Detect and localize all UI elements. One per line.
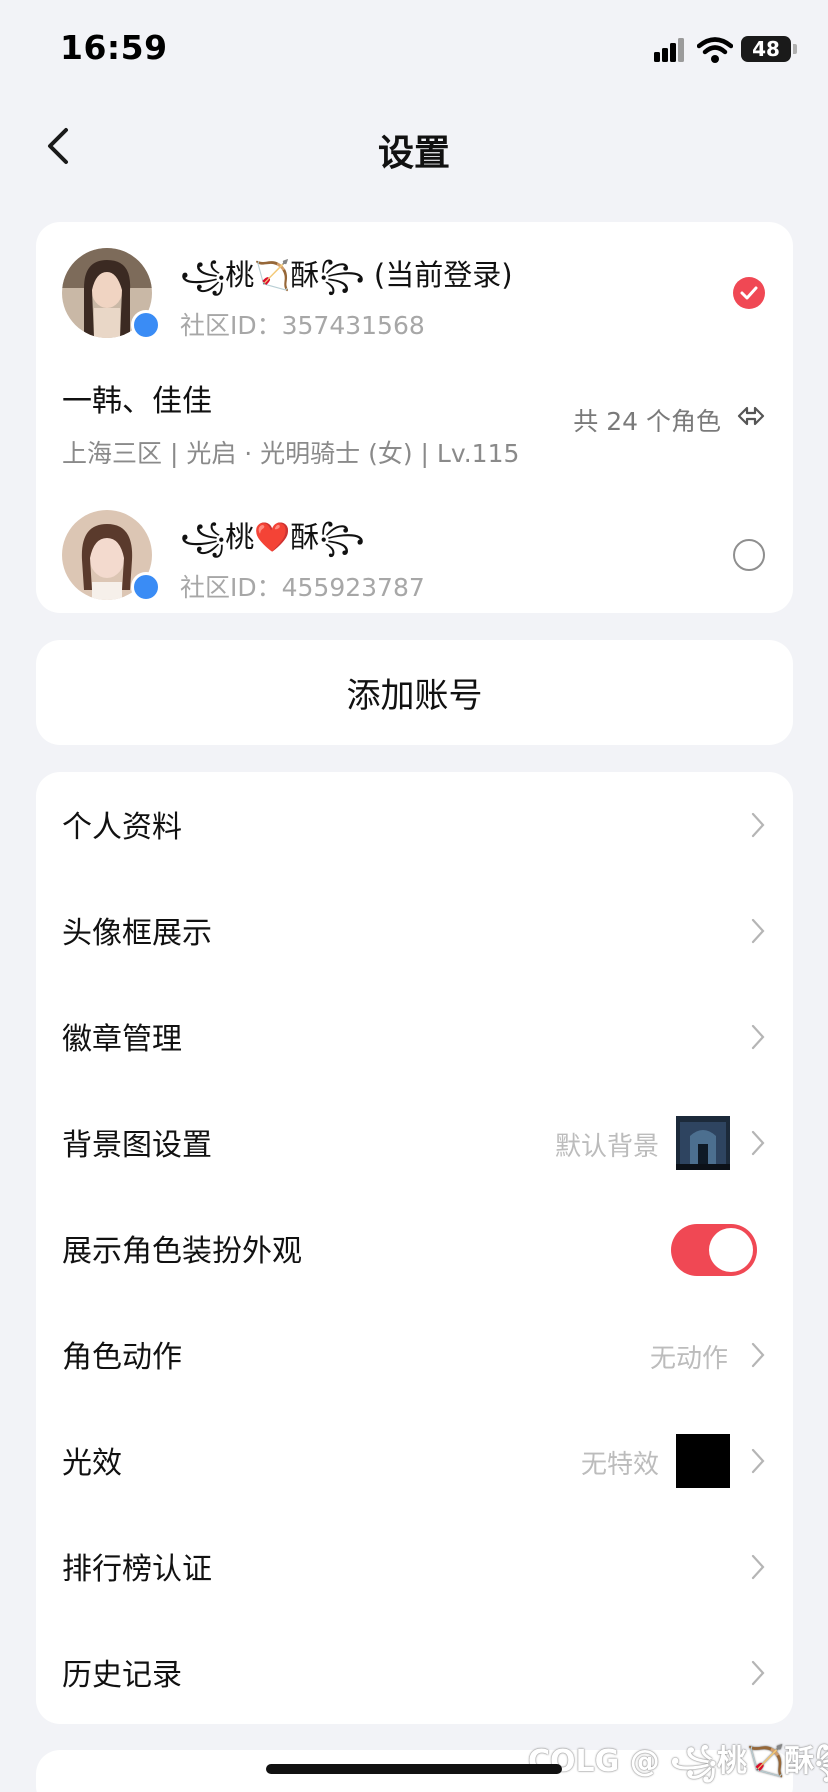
role-info: 上海三区 | 光启 · 光明骑士 (女) | Lv.115 — [62, 439, 520, 468]
menu-item-label: 历史记录 — [62, 1658, 182, 1693]
menu-item-show-outfit: 展示角色装扮外观 — [36, 1196, 793, 1302]
menu-item-history[interactable]: 历史记录 — [36, 1620, 793, 1726]
account-item-current[interactable]: ꧁桃🏹酥꧂ (当前登录) 社区ID：357431568 — [36, 222, 793, 342]
menu-item-profile[interactable]: 个人资料 — [36, 772, 793, 878]
status-time: 16:59 — [60, 28, 168, 67]
menu-item-effects[interactable]: 光效 无特效 — [36, 1408, 793, 1514]
menu-item-label: 头像框展示 — [62, 916, 212, 951]
menu-item-label: 排行榜认证 — [62, 1552, 212, 1587]
account-id: 社区ID：357431568 — [180, 306, 425, 342]
chevron-right-icon — [751, 1024, 765, 1050]
effects-thumbnail — [676, 1434, 730, 1488]
chevron-right-icon — [751, 1342, 765, 1368]
account-id-value: 455923787 — [281, 573, 425, 602]
qq-badge-icon — [131, 310, 161, 340]
role-count: 共 24 个角色 — [573, 407, 721, 436]
check-icon — [740, 286, 758, 300]
settings-menu-card: 个人资料 头像框展示 徽章管理 背景图设置 默认背景 展示角色装扮外观 角色动作 — [36, 772, 793, 1724]
watermark: COLG @ ꧁桃🏹酥꧂ — [528, 1744, 828, 1779]
chevron-right-icon — [751, 1448, 765, 1474]
cellular-signal-icon — [654, 38, 686, 62]
menu-item-label: 角色动作 — [62, 1340, 182, 1375]
account-item[interactable]: ꧁桃❤️酥꧂ 社区ID：455923787 — [36, 484, 793, 613]
account-name: ꧁桃❤️酥꧂ — [180, 520, 365, 554]
menu-item-actions[interactable]: 角色动作 无动作 — [36, 1302, 793, 1408]
chevron-right-icon — [751, 1554, 765, 1580]
add-account-button[interactable]: 添加账号 — [36, 640, 793, 745]
chevron-right-icon — [751, 918, 765, 944]
status-bar: 16:59 48 — [0, 0, 828, 100]
accounts-card: ꧁桃🏹酥꧂ (当前登录) 社区ID：357431568 一韩、佳佳 上海三区 |… — [36, 222, 793, 613]
menu-item-leaderboard[interactable]: 排行榜认证 — [36, 1514, 793, 1620]
menu-item-label: 光效 — [62, 1446, 122, 1481]
effects-value: 无特效 — [580, 1450, 659, 1480]
account-id-value: 357431568 — [281, 311, 425, 340]
account-id: 社区ID：455923787 — [180, 568, 425, 604]
home-indicator[interactable] — [266, 1764, 562, 1774]
unselected-radio[interactable] — [733, 539, 765, 571]
menu-item-label: 徽章管理 — [62, 1022, 182, 1057]
qq-badge-icon — [131, 572, 161, 602]
menu-item-label: 展示角色装扮外观 — [62, 1234, 302, 1269]
selected-radio[interactable] — [733, 277, 765, 309]
wifi-icon — [697, 37, 733, 63]
chevron-right-icon — [751, 1660, 765, 1686]
menu-item-label: 个人资料 — [62, 810, 182, 845]
page-title: 设置 — [377, 133, 450, 174]
background-thumbnail — [676, 1116, 730, 1170]
toggle-knob — [709, 1228, 753, 1272]
nav-bar: 设置 — [0, 100, 828, 192]
role-row[interactable]: 一韩、佳佳 上海三区 | 光启 · 光明骑士 (女) | Lv.115 共 24… — [36, 342, 793, 492]
account-name: ꧁桃🏹酥꧂ (当前登录) — [180, 258, 513, 292]
chevron-right-icon — [751, 1130, 765, 1156]
menu-item-label: 背景图设置 — [62, 1128, 212, 1163]
show-outfit-toggle[interactable] — [671, 1224, 757, 1276]
menu-item-avatar-frame[interactable]: 头像框展示 — [36, 878, 793, 984]
role-name: 一韩、佳佳 — [62, 384, 212, 419]
battery-cap — [793, 44, 797, 54]
menu-item-badges[interactable]: 徽章管理 — [36, 984, 793, 1090]
chevron-right-icon — [751, 812, 765, 838]
battery-icon: 48 — [741, 36, 791, 62]
background-value: 默认背景 — [554, 1132, 659, 1162]
account-id-label: 社区ID： — [180, 311, 282, 340]
account-id-label: 社区ID： — [180, 573, 282, 602]
menu-item-background[interactable]: 背景图设置 默认背景 — [36, 1090, 793, 1196]
switch-arrow-icon — [737, 406, 765, 426]
actions-value: 无动作 — [649, 1344, 728, 1374]
